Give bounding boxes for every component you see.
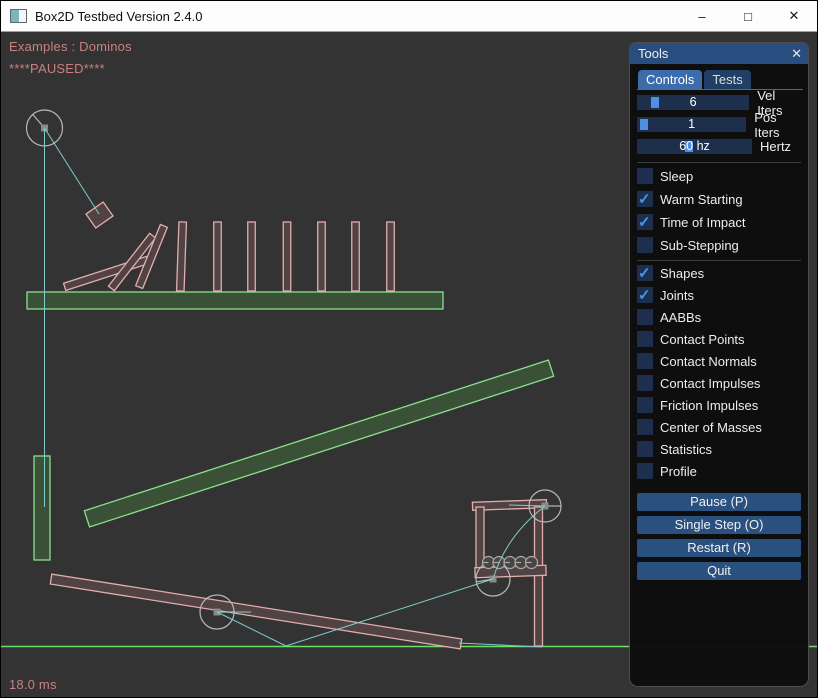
tab-controls[interactable]: Controls xyxy=(638,70,702,89)
quit-button[interactable]: Quit xyxy=(637,562,801,580)
checkbox-shapes[interactable]: ✓ Shapes xyxy=(637,265,803,281)
os-titlebar[interactable]: Box2D Testbed Version 2.4.0 – □ ✕ xyxy=(1,1,817,32)
checkbox-box[interactable] xyxy=(637,353,653,369)
tab-tests[interactable]: Tests xyxy=(704,70,750,89)
frame-time-label: 18.0 ms xyxy=(9,677,57,692)
checkbox-label: Sub-Stepping xyxy=(660,238,739,253)
pendulum-bob xyxy=(86,202,113,228)
slider-track[interactable]: 60 hz xyxy=(637,139,752,154)
slider-label: Hertz xyxy=(760,139,791,154)
maximize-button[interactable]: □ xyxy=(725,1,771,31)
slider-row-vel-iters: 6Vel Iters xyxy=(637,95,803,110)
standing-domino-5 xyxy=(318,222,326,291)
pause-p-button[interactable]: Pause (P) xyxy=(637,493,801,511)
checkbox-box[interactable] xyxy=(637,397,653,413)
checkbox-label: Time of Impact xyxy=(660,215,745,230)
checkbox-sleep[interactable]: Sleep xyxy=(637,168,803,184)
checkbox-box[interactable] xyxy=(637,331,653,347)
checkbox-label: Contact Impulses xyxy=(660,376,760,391)
checkbox-label: AABBs xyxy=(660,310,701,325)
standing-domino-3 xyxy=(248,222,256,291)
example-label: Examples : Dominos xyxy=(9,39,132,54)
checkbox-statistics[interactable]: Statistics xyxy=(637,441,803,457)
checkbox-friction-impulses[interactable]: Friction Impulses xyxy=(637,397,803,413)
checkbox-warm-starting[interactable]: ✓ Warm Starting xyxy=(637,191,803,207)
joint-line-2 xyxy=(45,128,100,214)
standing-domino-4 xyxy=(283,222,291,291)
slider-track[interactable]: 1 xyxy=(637,117,746,132)
draw-checkbox-group: ✓ Shapes ✓ Joints AABBs Contact Points Contact… xyxy=(637,265,803,479)
checkbox-box[interactable]: ✓ xyxy=(637,214,653,230)
window-title: Box2D Testbed Version 2.4.0 xyxy=(35,9,202,24)
solver-checkbox-group: Sleep ✓ Warm Starting ✓ Time of Impact Sub-St… xyxy=(637,168,803,253)
checkbox-label: Joints xyxy=(660,288,694,303)
checkbox-contact-normals[interactable]: Contact Normals xyxy=(637,353,803,369)
slider-label: Pos Iters xyxy=(754,110,803,140)
app-window: Box2D Testbed Version 2.4.0 – □ ✕ Exampl… xyxy=(0,0,818,698)
slider-value: 60 hz xyxy=(637,139,752,154)
checkbox-box[interactable] xyxy=(637,419,653,435)
slider-value: 6 xyxy=(637,95,749,110)
tools-panel-body: ControlsTests 6Vel Iters1Pos Iters60 hzH… xyxy=(630,64,808,686)
checkbox-time-of-impact[interactable]: ✓ Time of Impact xyxy=(637,214,803,230)
app-icon xyxy=(10,9,27,23)
check-icon: ✓ xyxy=(638,264,651,282)
slider-row-pos-iters: 1Pos Iters xyxy=(637,117,803,132)
checkbox-contact-impulses[interactable]: Contact Impulses xyxy=(637,375,803,391)
seesaw-plank xyxy=(50,574,461,649)
checkbox-profile[interactable]: Profile xyxy=(637,463,803,479)
paused-label: ****PAUSED**** xyxy=(9,61,105,76)
check-icon: ✓ xyxy=(638,286,651,304)
frame-right-post xyxy=(535,507,543,646)
checkbox-joints[interactable]: ✓ Joints xyxy=(637,287,803,303)
single-step-o-button[interactable]: Single Step (O) xyxy=(637,516,801,534)
checkbox-label: Shapes xyxy=(660,266,704,281)
minimize-button[interactable]: – xyxy=(679,1,725,31)
checkbox-label: Statistics xyxy=(660,442,712,457)
checkbox-aabbs[interactable]: AABBs xyxy=(637,309,803,325)
checkbox-box[interactable] xyxy=(637,309,653,325)
checkbox-label: Sleep xyxy=(660,169,693,184)
checkbox-box[interactable] xyxy=(637,237,653,253)
checkbox-label: Contact Points xyxy=(660,332,745,347)
slider-value: 1 xyxy=(637,117,746,132)
restart-r-button[interactable]: Restart (R) xyxy=(637,539,801,557)
close-button[interactable]: ✕ xyxy=(771,1,817,31)
standing-domino-6 xyxy=(352,222,360,291)
action-button-group: Pause (P) Single Step (O) Restart (R) Quit xyxy=(637,493,803,580)
checkbox-contact-points[interactable]: Contact Points xyxy=(637,331,803,347)
tools-panel-title: Tools xyxy=(638,46,668,61)
checkbox-box[interactable]: ✓ xyxy=(637,191,653,207)
panel-close-icon[interactable]: ✕ xyxy=(791,46,802,62)
slider-track[interactable]: 6 xyxy=(637,95,749,110)
checkbox-box[interactable]: ✓ xyxy=(637,287,653,303)
check-icon: ✓ xyxy=(638,213,651,231)
checkbox-box[interactable] xyxy=(637,168,653,184)
standing-domino-1 xyxy=(177,222,187,291)
checkbox-label: Center of Masses xyxy=(660,420,762,435)
checkbox-box[interactable] xyxy=(637,375,653,391)
checkbox-box[interactable] xyxy=(637,441,653,457)
domino-platform xyxy=(27,292,443,309)
checkbox-label: Warm Starting xyxy=(660,192,743,207)
separator xyxy=(637,260,801,261)
checkbox-center-of-masses[interactable]: Center of Masses xyxy=(637,419,803,435)
checkbox-box[interactable] xyxy=(637,463,653,479)
checkbox-label: Profile xyxy=(660,464,697,479)
standing-domino-2 xyxy=(214,222,222,291)
checkbox-box[interactable]: ✓ xyxy=(637,265,653,281)
tools-panel: Tools ✕ ControlsTests 6Vel Iters1Pos Ite… xyxy=(629,42,809,687)
slider-group: 6Vel Iters1Pos Iters60 hzHertz xyxy=(637,95,803,154)
slider-row-hertz: 60 hz Hertz xyxy=(637,139,803,154)
checkbox-sub-stepping[interactable]: Sub-Stepping xyxy=(637,237,803,253)
standing-domino-7 xyxy=(387,222,395,291)
check-icon: ✓ xyxy=(638,190,651,208)
tools-panel-titlebar[interactable]: Tools ✕ xyxy=(630,43,808,64)
checkbox-label: Friction Impulses xyxy=(660,398,758,413)
left-pillar xyxy=(34,456,50,560)
separator xyxy=(637,162,801,163)
checkbox-label: Contact Normals xyxy=(660,354,757,369)
